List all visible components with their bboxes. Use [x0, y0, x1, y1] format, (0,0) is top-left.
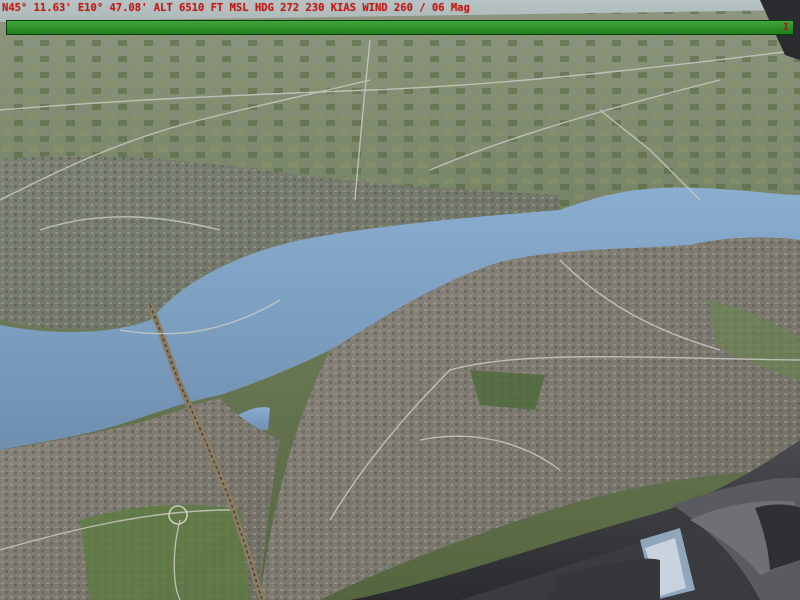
aerial-scenery	[0, 0, 800, 600]
flight-sim-viewport: N45° 11.63' E10° 47.08' ALT 6510 FT MSL …	[0, 0, 800, 600]
status-bar: I	[6, 20, 794, 35]
status-bar-marker: I	[782, 22, 789, 33]
field-plot	[470, 370, 545, 410]
hud-position-readout: N45° 11.63' E10° 47.08' ALT 6510 FT MSL …	[2, 2, 470, 14]
park-area	[80, 504, 250, 600]
